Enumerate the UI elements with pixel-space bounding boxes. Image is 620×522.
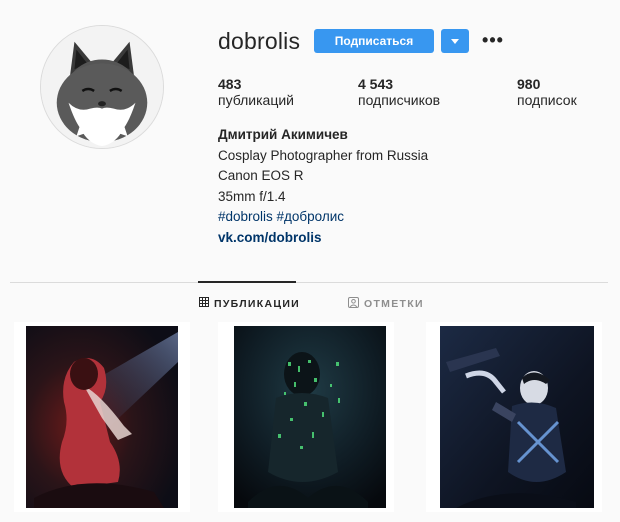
more-options-button[interactable]: ••• [482, 30, 504, 50]
fox-avatar-image [41, 26, 163, 148]
tabs-divider [10, 282, 608, 283]
post-image [14, 322, 190, 512]
stat-label: публикаций [218, 92, 294, 108]
stat-value: 980 [517, 76, 541, 92]
chevron-down-icon [451, 38, 459, 44]
grid-icon [199, 297, 209, 310]
bio-hashtags[interactable]: #dobrolis #добролис [218, 207, 428, 228]
stat-value: 483 [218, 76, 242, 92]
posts-count-stat: 483 публикаций [218, 76, 294, 108]
bio-line: Cosplay Photographer from Russia [218, 147, 429, 163]
post-thumbnail[interactable] [14, 322, 190, 512]
profile-bio: Дмитрий Акимичев Cosplay Photographer fr… [218, 125, 428, 248]
stat-label: подписок [517, 92, 577, 108]
full-name: Дмитрий Акимичев [218, 127, 348, 142]
stat-value: 4 543 [358, 76, 394, 92]
tab-posts[interactable]: ПУБЛИКАЦИИ [199, 297, 300, 310]
post-image [426, 322, 602, 512]
suggestions-dropdown-button[interactable] [441, 29, 469, 53]
bio-external-link[interactable]: vk.com/dobrolis [218, 228, 428, 249]
bio-line: Canon EOS R [218, 168, 304, 183]
post-thumbnail[interactable] [218, 322, 394, 512]
stat-label: подписчиков [358, 92, 441, 108]
follow-button[interactable]: Подписаться [314, 29, 434, 53]
profile-avatar[interactable] [40, 25, 164, 149]
bio-line: 35mm f/1.4 [218, 188, 286, 204]
post-thumbnail[interactable] [426, 322, 602, 512]
following-count-stat[interactable]: 980 подписок [517, 76, 577, 108]
tag-person-icon [348, 297, 359, 311]
post-image [218, 322, 394, 512]
tab-label: ОТМЕТКИ [364, 298, 424, 310]
active-tab-indicator [198, 281, 296, 283]
tab-label: ПУБЛИКАЦИИ [214, 297, 301, 310]
profile-username: dobrolis [218, 28, 301, 54]
followers-count-stat[interactable]: 4 543 подписчиков [358, 76, 440, 108]
tab-tagged[interactable]: ОТМЕТКИ [348, 297, 424, 311]
